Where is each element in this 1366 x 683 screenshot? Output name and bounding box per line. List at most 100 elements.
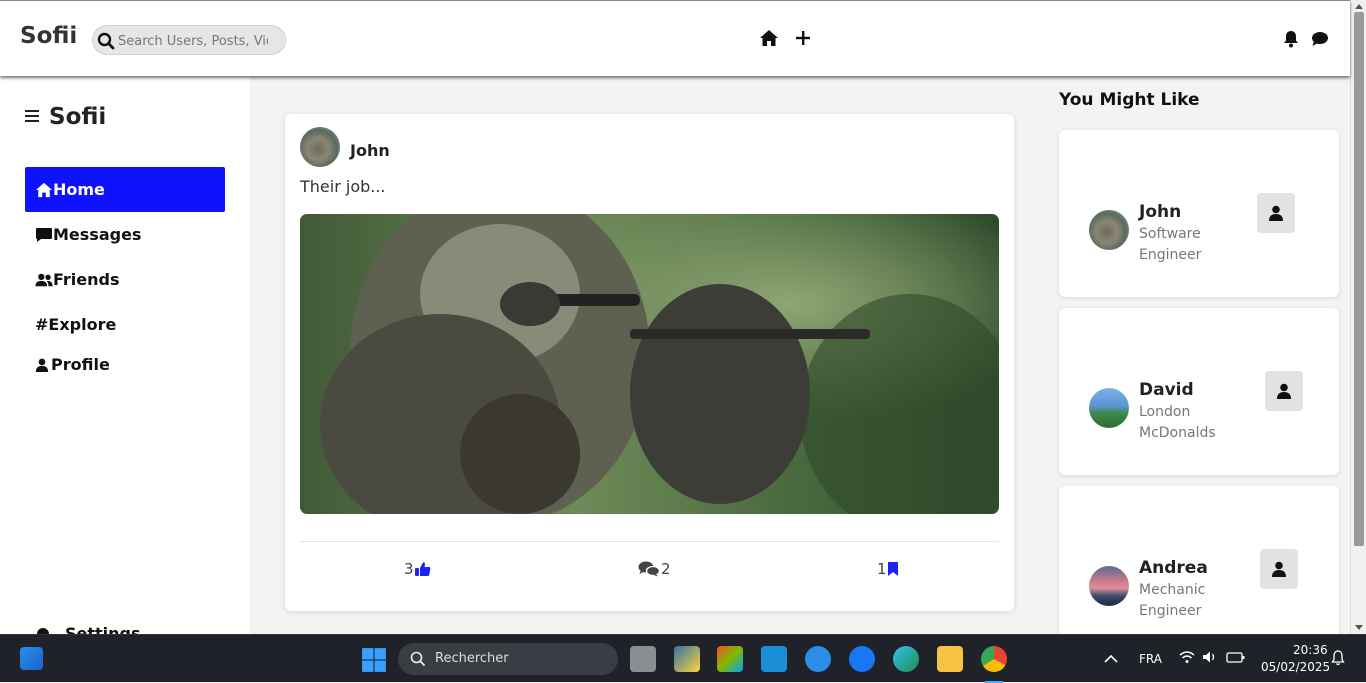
bell-icon[interactable] (1283, 30, 1299, 48)
chrome-icon[interactable] (981, 646, 1007, 672)
chevron-up-icon[interactable] (1104, 654, 1118, 664)
edge-icon[interactable] (893, 646, 919, 672)
comment-count: 2 (661, 560, 671, 578)
taskbar-search[interactable]: Rechercher (398, 643, 618, 675)
suggestion-name[interactable]: John (1139, 202, 1181, 222)
suggestion-card: David London McDonalds (1059, 308, 1339, 475)
search-icon (97, 32, 115, 50)
comments-icon (638, 561, 660, 577)
search-input[interactable] (118, 31, 268, 51)
post-image[interactable] (300, 214, 999, 514)
sidebar-item-label: Settings (65, 626, 141, 634)
gear-icon (37, 627, 49, 634)
post-text: Their job... (300, 177, 386, 196)
hp-icon[interactable] (761, 646, 787, 672)
right-nav (1281, 29, 1333, 49)
sidebar-item-profile[interactable]: Profile (25, 342, 225, 387)
sidebar-item-label: Profile (51, 355, 110, 374)
comment-button[interactable]: 2 (638, 558, 671, 580)
view-profile-button[interactable] (1260, 549, 1298, 589)
suggestion-detail-line2: McDonalds (1139, 425, 1216, 441)
sidebar-item-settings[interactable]: Settings (35, 626, 141, 634)
view-profile-button[interactable] (1265, 371, 1303, 411)
sidebar-brand: Sofii (25, 104, 106, 130)
vertical-scrollbar[interactable] (1350, 0, 1366, 634)
suggestion-role: Software Engineer (1139, 224, 1239, 266)
avatar[interactable] (1089, 388, 1129, 428)
top-navbar: Sofii (0, 0, 1350, 76)
battery-icon[interactable] (1226, 650, 1246, 664)
chat-icon[interactable] (1311, 31, 1329, 47)
view-profile-button[interactable] (1257, 193, 1295, 233)
post-author[interactable]: John (350, 141, 390, 160)
user-icon (1269, 205, 1283, 221)
language-indicator[interactable]: FRA (1139, 652, 1162, 666)
post-photo (300, 214, 999, 514)
sidebar-item-label: Friends (53, 270, 120, 289)
windows-start-icon[interactable] (361, 647, 387, 673)
widgets-icon[interactable] (20, 647, 43, 670)
clock-date[interactable]: 05/02/2025 (1261, 660, 1330, 674)
save-count: 1 (877, 560, 887, 578)
python-icon[interactable] (674, 646, 700, 672)
clock-time[interactable]: 20:36 (1293, 643, 1328, 657)
suggestion-role: London McDonalds (1139, 402, 1239, 444)
save-button[interactable]: 1 (877, 558, 899, 580)
sidebar-item-home[interactable]: Home (25, 167, 225, 212)
search-box[interactable] (92, 25, 286, 55)
suggestion-detail-line1: Mechanic (1139, 582, 1206, 598)
suggestion-clip: Andrea Mechanic Engineer (1055, 484, 1345, 634)
avatar[interactable] (300, 127, 340, 167)
scroll-up-arrow[interactable] (1355, 4, 1363, 9)
bookmark-icon (887, 562, 898, 576)
center-nav (757, 27, 817, 51)
hamburger-menu-icon[interactable] (25, 110, 39, 122)
task-view-icon[interactable] (630, 646, 656, 672)
suggestion-card: John Software Engineer (1059, 130, 1339, 297)
suggestion-detail-line1: Software (1139, 226, 1201, 242)
app-logo[interactable]: Sofii (20, 23, 77, 49)
like-button[interactable]: 3 (404, 558, 431, 580)
scroll-down-arrow[interactable] (1355, 625, 1363, 630)
search-icon (410, 651, 426, 667)
taskbar-search-label: Rechercher (435, 651, 509, 666)
plus-icon[interactable] (795, 30, 811, 46)
windows-taskbar: Rechercher FRA 20:36 05/02/2025 (0, 634, 1366, 683)
user-icon (35, 358, 49, 372)
suggestion-detail-line2: Engineer (1139, 603, 1202, 619)
scrollbar-thumb[interactable] (1354, 12, 1364, 546)
sidebar-settings-clip: Settings (0, 626, 250, 634)
user-icon (1277, 383, 1291, 399)
sidebar-item-friends[interactable]: Friends (25, 257, 225, 302)
message-icon (36, 227, 52, 242)
post-divider (300, 541, 999, 542)
suggestion-name[interactable]: Andrea (1139, 558, 1208, 578)
help-icon[interactable] (805, 646, 831, 672)
suggestion-detail-line2: Engineer (1139, 247, 1202, 263)
suggestion-detail-line1: London (1139, 404, 1191, 420)
store-icon[interactable] (717, 646, 743, 672)
like-count: 3 (404, 560, 414, 578)
users-icon (35, 273, 53, 286)
wifi-icon[interactable] (1179, 650, 1195, 664)
notification-bell-icon[interactable] (1331, 650, 1345, 666)
sidebar-item-explore[interactable]: #Explore (25, 302, 225, 347)
home-icon (36, 182, 52, 197)
thumbs-up-icon (414, 562, 430, 576)
facebook-icon[interactable] (849, 646, 875, 672)
volume-icon[interactable] (1202, 650, 1218, 664)
post-card: John Their job... 3 2 1 (285, 114, 1014, 611)
user-icon (1272, 561, 1286, 577)
suggestion-card: Andrea Mechanic Engineer (1059, 486, 1339, 634)
avatar[interactable] (1089, 210, 1129, 250)
file-explorer-icon[interactable] (937, 646, 963, 672)
sidebar-item-label: #Explore (35, 315, 117, 334)
sidebar-item-messages[interactable]: Messages (25, 212, 225, 257)
left-sidebar: Sofii Home Messages Friends #Explore Pro… (0, 76, 250, 634)
suggestions-title: You Might Like (1059, 90, 1200, 110)
sidebar-item-label: Home (53, 180, 105, 199)
home-icon[interactable] (759, 29, 779, 47)
sidebar-brand-text: Sofii (49, 104, 107, 130)
avatar[interactable] (1089, 566, 1129, 606)
suggestion-name[interactable]: David (1139, 380, 1194, 400)
